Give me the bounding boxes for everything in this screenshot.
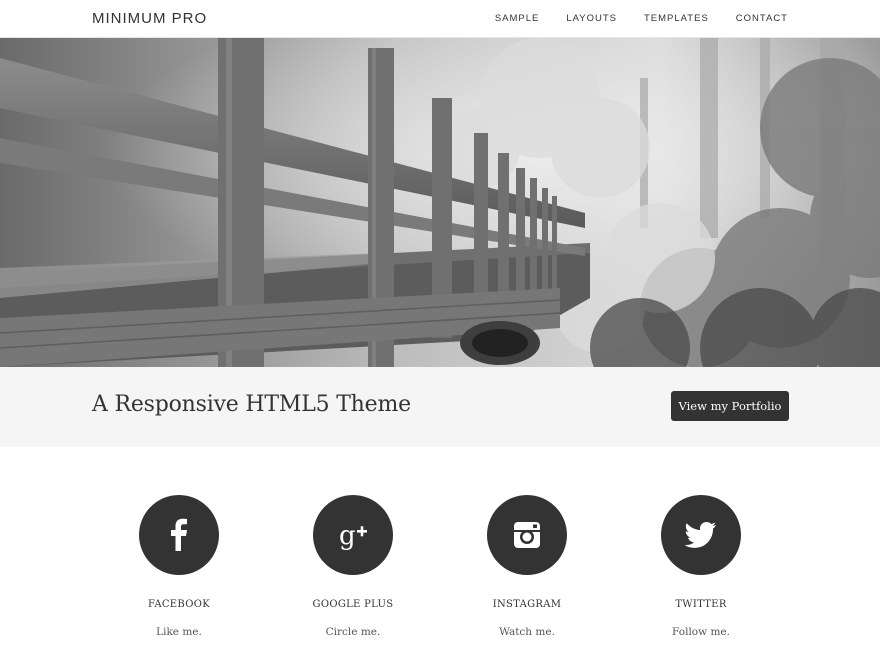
site-header: MINIMUM PRO SAMPLE LAYOUTS TEMPLATES CON…	[0, 0, 880, 38]
social-item-instagram: INSTAGRAM Watch me.	[447, 495, 607, 638]
nav-item-sample[interactable]: SAMPLE	[495, 13, 540, 24]
social-section: FACEBOOK Like me. g GOOGLE PLUS Circle m…	[0, 447, 880, 660]
social-item-facebook: FACEBOOK Like me.	[99, 495, 259, 638]
social-caption: Watch me.	[499, 626, 555, 638]
twitter-icon	[685, 522, 716, 548]
instagram-button[interactable]	[487, 495, 567, 575]
social-caption: Circle me.	[325, 626, 381, 638]
social-name: INSTAGRAM	[492, 599, 562, 610]
google-plus-button[interactable]: g	[313, 495, 393, 575]
social-caption: Like me.	[156, 626, 202, 638]
hero-image	[0, 38, 880, 367]
social-item-twitter: TWITTER Follow me.	[621, 495, 781, 638]
social-name: FACEBOOK	[147, 599, 211, 610]
tagline-heading: A Responsive HTML5 Theme	[92, 392, 411, 417]
nav-item-layouts[interactable]: LAYOUTS	[566, 13, 617, 24]
facebook-icon	[171, 518, 187, 551]
social-name: TWITTER	[675, 599, 727, 610]
tagline-band: A Responsive HTML5 Theme View my Portfol…	[0, 367, 880, 447]
nav-item-contact[interactable]: CONTACT	[736, 13, 788, 24]
facebook-button[interactable]	[139, 495, 219, 575]
google-plus-icon: g	[339, 521, 367, 551]
instagram-icon	[514, 522, 540, 548]
nav-item-templates[interactable]: TEMPLATES	[644, 13, 709, 24]
svg-text:g: g	[339, 521, 356, 551]
view-portfolio-button[interactable]: View my Portfolio	[671, 391, 789, 421]
social-caption: Follow me.	[672, 626, 730, 638]
bridge-forest-photo	[0, 38, 880, 367]
social-item-google-plus: g GOOGLE PLUS Circle me.	[273, 495, 433, 638]
site-logo[interactable]: MINIMUM PRO	[92, 10, 207, 27]
twitter-button[interactable]	[661, 495, 741, 575]
social-name: GOOGLE PLUS	[312, 599, 394, 610]
primary-nav: SAMPLE LAYOUTS TEMPLATES CONTACT	[495, 13, 788, 24]
